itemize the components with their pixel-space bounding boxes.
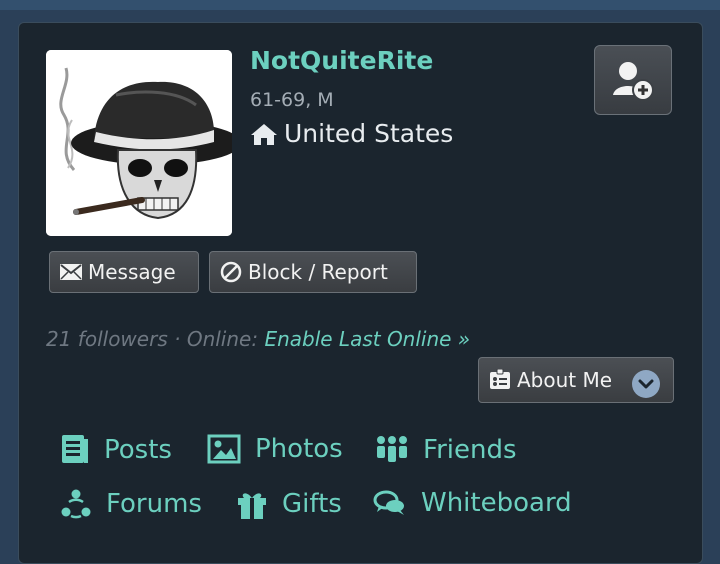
nav-forums[interactable]: Forums	[60, 488, 202, 520]
followers-count: 21 followers	[46, 327, 168, 351]
profile-location: United States	[250, 119, 453, 148]
chat-bubbles-icon	[373, 490, 404, 515]
location-text: United States	[284, 119, 454, 148]
nav-whiteboard-label: Whiteboard	[421, 488, 572, 518]
nav-photos[interactable]: Photos	[207, 434, 343, 464]
block-report-button[interactable]: Block / Report	[209, 251, 417, 293]
online-label: Online:	[186, 327, 259, 351]
nav-friends[interactable]: Friends	[375, 434, 517, 466]
id-card-icon	[490, 369, 510, 389]
block-icon	[220, 261, 242, 283]
add-friend-button[interactable]	[594, 45, 672, 115]
nav-gifts[interactable]: Gifts	[236, 488, 342, 520]
block-report-label: Block / Report	[248, 260, 388, 284]
chevron-down-icon[interactable]	[632, 370, 660, 398]
gift-icon	[238, 493, 266, 519]
nav-forums-label: Forums	[106, 489, 202, 519]
profile-username: NotQuiteRite	[250, 46, 434, 75]
about-me-label: About Me	[517, 368, 613, 392]
photo-icon	[207, 434, 241, 464]
nav-gifts-label: Gifts	[282, 489, 342, 519]
profile-age-gender: 61-69, M	[250, 89, 334, 111]
posts-icon	[62, 435, 88, 463]
message-label: Message	[88, 260, 176, 284]
status-line: 21 followers · Online: Enable Last Onlin…	[46, 327, 470, 351]
envelope-icon	[60, 264, 82, 280]
nav-posts[interactable]: Posts	[60, 434, 172, 466]
enable-last-online-link[interactable]: Enable Last Online »	[264, 327, 470, 351]
message-button[interactable]: Message	[49, 251, 199, 293]
friends-icon	[377, 436, 407, 462]
nav-friends-label: Friends	[423, 435, 517, 465]
nav-posts-label: Posts	[104, 435, 172, 465]
home-icon	[251, 123, 277, 145]
skull-avatar-image	[46, 50, 232, 236]
avatar[interactable]	[46, 50, 232, 236]
nav-whiteboard[interactable]: Whiteboard	[373, 488, 572, 518]
forums-icon	[61, 489, 91, 519]
top-bar	[0, 0, 720, 10]
status-separator: ·	[167, 327, 187, 351]
add-user-icon	[613, 62, 654, 101]
nav-photos-label: Photos	[255, 434, 343, 464]
